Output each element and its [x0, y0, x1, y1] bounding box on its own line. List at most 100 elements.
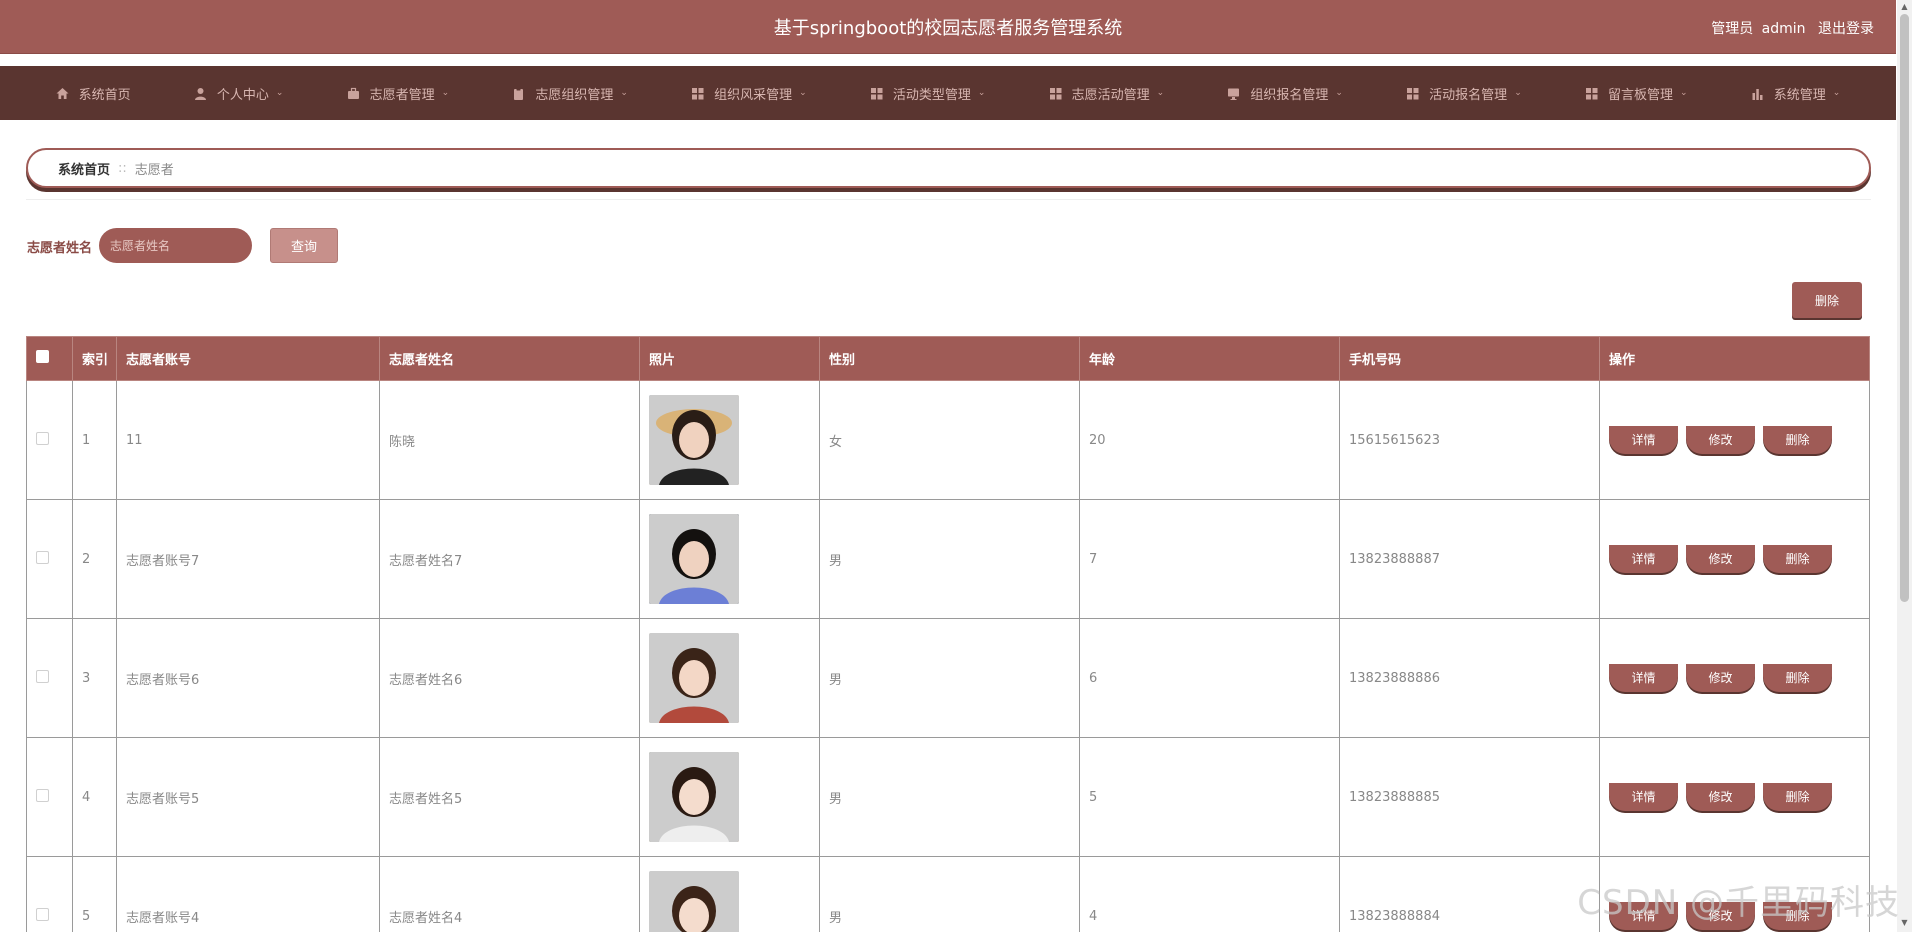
nav-item-9[interactable]: 留言板管理 ⌄: [1585, 84, 1688, 103]
select-all-checkbox[interactable]: [36, 350, 49, 363]
logout-link[interactable]: 退出登录: [1818, 21, 1874, 37]
row-checkbox[interactable]: [36, 431, 49, 445]
cell-gender: 女: [819, 380, 1080, 500]
cell-account: 志愿者账号4: [116, 856, 380, 932]
chevron-down-icon: ⌄: [799, 88, 807, 98]
username: admin: [1761, 21, 1806, 37]
col-index: 索引: [72, 336, 117, 381]
cell-phone: 13823888886: [1339, 618, 1600, 738]
detail-button[interactable]: 详情: [1609, 664, 1678, 692]
divider: [26, 199, 1871, 200]
col-age: 年龄: [1079, 336, 1340, 381]
volunteer-photo[interactable]: [649, 752, 739, 842]
cell-phone: 13823888885: [1339, 737, 1600, 857]
detail-button[interactable]: 详情: [1609, 783, 1678, 811]
cell-name: 志愿者姓名4: [379, 856, 640, 932]
cell-index: 2: [72, 499, 117, 619]
delete-button[interactable]: 删除: [1763, 664, 1832, 692]
volunteer-photo[interactable]: [649, 633, 739, 723]
search-label: 志愿者姓名: [27, 241, 93, 256]
watermark: CSDN @千里码科技: [1577, 883, 1900, 923]
nav-item-label: 志愿组织管理: [535, 87, 614, 103]
detail-button[interactable]: 详情: [1609, 426, 1678, 454]
nav-item-7[interactable]: 组织报名管理 ⌄: [1227, 84, 1343, 103]
cell-index: 5: [72, 856, 117, 932]
nav-item-8[interactable]: 活动报名管理 ⌄: [1406, 84, 1522, 103]
chevron-down-icon: ⌄: [1679, 88, 1688, 98]
table-row: 3 志愿者账号6 志愿者姓名6 男 6 13823888886 详情 修改 删除: [26, 618, 1870, 738]
cell-phone: 15615615623: [1339, 380, 1600, 500]
cell-actions: 详情 修改 删除: [1599, 380, 1870, 500]
row-checkbox[interactable]: [36, 550, 49, 564]
row-checkbox[interactable]: [36, 669, 49, 683]
cell-gender: 男: [819, 499, 1080, 619]
breadcrumb: 系统首页 :: 志愿者: [26, 148, 1871, 188]
user-area: 管理员 admin 退出登录: [1703, 18, 1874, 38]
nav-item-label: 系统首页: [78, 87, 131, 103]
cell-account: 11: [116, 380, 380, 500]
scroll-up-arrow-icon[interactable]: ▲: [1900, 2, 1909, 12]
cell-phone: 13823888887: [1339, 499, 1600, 619]
scroll-down-arrow-icon[interactable]: ▼: [1900, 918, 1909, 928]
detail-button[interactable]: 详情: [1609, 545, 1678, 573]
col-name: 志愿者姓名: [379, 336, 640, 381]
delete-button[interactable]: 删除: [1763, 783, 1832, 811]
user-icon: [194, 87, 206, 100]
nav-item-6[interactable]: 志愿活动管理 ⌄: [1049, 84, 1164, 103]
row-select-cell: [26, 499, 73, 619]
nav-item-label: 留言板管理: [1607, 87, 1673, 103]
edit-button[interactable]: 修改: [1686, 426, 1755, 454]
batch-delete-button[interactable]: 删除: [1792, 282, 1862, 318]
edit-button[interactable]: 修改: [1686, 545, 1755, 573]
delete-button[interactable]: 删除: [1763, 545, 1832, 573]
grid-icon: [692, 87, 704, 99]
cell-index: 1: [72, 380, 117, 500]
nav-item-3[interactable]: 志愿组织管理 ⌄: [512, 84, 628, 103]
cell-photo: [639, 856, 820, 932]
delete-button[interactable]: 删除: [1763, 426, 1832, 454]
cell-age: 5: [1079, 737, 1340, 857]
col-account: 志愿者账号: [116, 336, 380, 381]
scrollbar-thumb[interactable]: [1900, 14, 1909, 602]
cell-name: 志愿者姓名6: [379, 618, 640, 738]
nav-item-label: 活动报名管理: [1429, 87, 1508, 103]
cell-photo: [639, 380, 820, 500]
chevron-down-icon: ⌄: [977, 88, 986, 98]
row-checkbox[interactable]: [36, 788, 49, 802]
page: 基于springboot的校园志愿者服务管理系统 管理员 admin 退出登录 …: [0, 0, 1912, 932]
nav-item-label: 个人中心: [216, 87, 269, 103]
chevron-down-icon: ⌄: [1335, 88, 1343, 98]
volunteer-photo[interactable]: [649, 395, 739, 485]
nav-item-1[interactable]: 个人中心 ⌄: [194, 84, 283, 103]
user-role: 管理员: [1711, 21, 1754, 37]
edit-button[interactable]: 修改: [1686, 783, 1755, 811]
header-bar: 基于springboot的校园志愿者服务管理系统 管理员 admin 退出登录: [0, 0, 1896, 54]
col-actions: 操作: [1599, 336, 1870, 381]
chevron-down-icon: ⌄: [620, 88, 628, 98]
select-all-cell: [26, 336, 73, 381]
volunteer-photo[interactable]: [649, 871, 739, 932]
col-photo: 照片: [639, 336, 820, 381]
nav-item-4[interactable]: 组织风采管理 ⌄: [691, 84, 807, 103]
edit-button[interactable]: 修改: [1686, 664, 1755, 692]
nav-item-5[interactable]: 活动类型管理 ⌄: [870, 84, 986, 103]
nav-item-0[interactable]: 系统首页: [56, 84, 131, 103]
main-nav: 系统首页 个人中心 ⌄ 志愿者管理 ⌄ 志愿组织管理 ⌄ 组织风采管理 ⌄ 活动类型管理 ⌄ 志愿活动…: [0, 66, 1896, 120]
col-gender: 性别: [819, 336, 1080, 381]
breadcrumb-current: 志愿者: [134, 162, 174, 178]
search-button[interactable]: 查询: [270, 228, 338, 263]
grid-icon: [1585, 87, 1598, 99]
cell-actions: 详情 修改 删除: [1599, 499, 1870, 619]
row-checkbox[interactable]: [36, 907, 49, 921]
volunteer-table: 索引 志愿者账号 志愿者姓名 照片 性别 年龄 手机号码 操作 1 11 陈晓女 20…: [26, 336, 1870, 932]
nav-item-10[interactable]: 系统管理 ⌄: [1751, 84, 1840, 103]
volunteer-photo[interactable]: [649, 514, 739, 604]
nav-item-label: 组织报名管理: [1250, 87, 1329, 103]
nav-item-label: 志愿者管理: [369, 87, 435, 103]
briefcase-icon: [347, 87, 359, 99]
nav-item-2[interactable]: 志愿者管理 ⌄: [347, 84, 449, 103]
name-search-input[interactable]: [99, 228, 252, 263]
nav-item-label: 组织风采管理: [714, 87, 793, 103]
grid-icon: [870, 87, 883, 99]
breadcrumb-home[interactable]: 系统首页: [58, 159, 110, 178]
